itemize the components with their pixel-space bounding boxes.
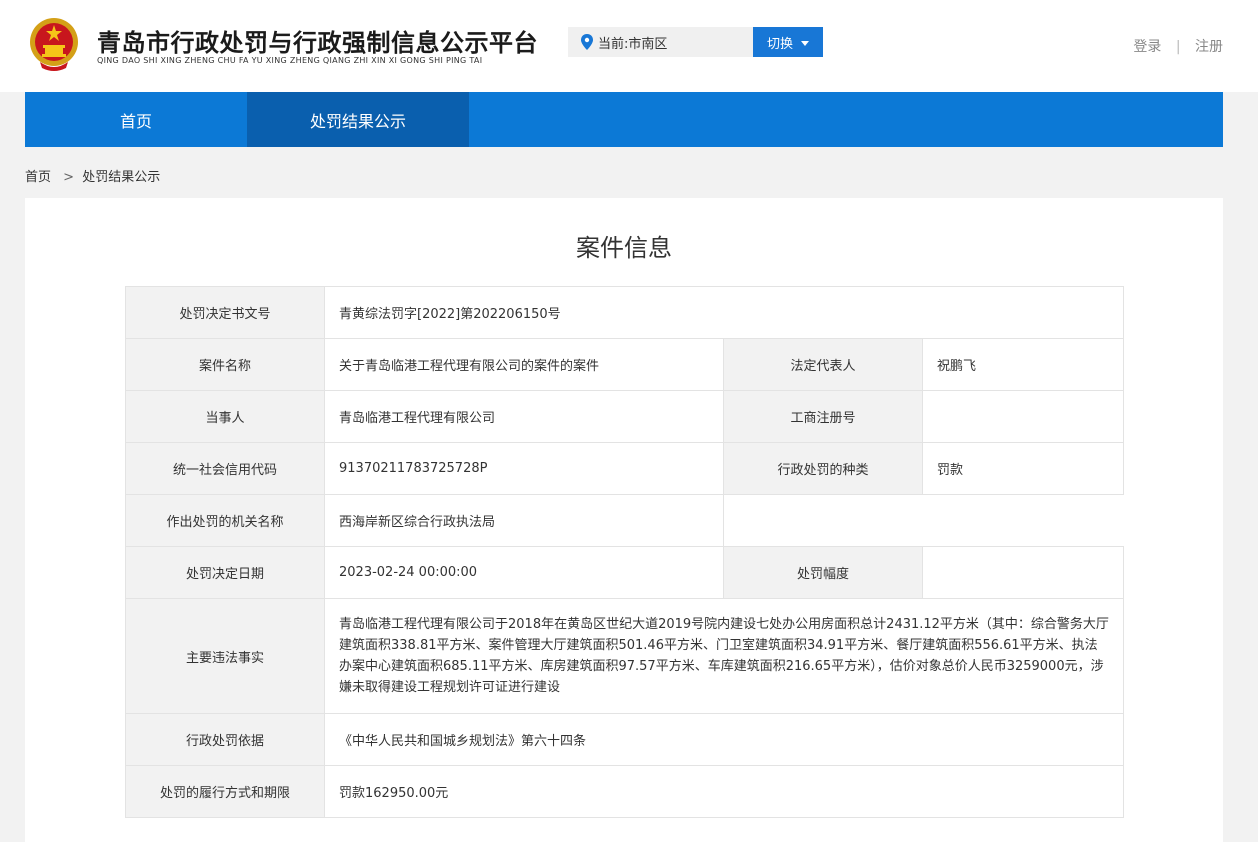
doc-no-label: 处罚决定书文号 xyxy=(125,286,325,339)
table-row: 行政处罚依据 《中华人民共和国城乡规划法》第六十四条 xyxy=(125,713,1125,766)
table-row: 统一社会信用代码 91370211783725728P 行政处罚的种类 罚款 xyxy=(125,442,1125,495)
reg-no-value xyxy=(921,390,1125,443)
auth-links: 登录 | 注册 xyxy=(1133,36,1223,56)
nav-item-home[interactable]: 首页 xyxy=(25,92,247,147)
table-row: 处罚决定日期 2023-02-24 00:00:00 处罚幅度 xyxy=(125,546,1125,599)
doc-no-value: 青黄综法罚字[2022]第202206150号 xyxy=(323,286,1125,339)
register-link[interactable]: 注册 xyxy=(1195,39,1223,55)
party-value: 青岛临港工程代理有限公司 xyxy=(324,390,724,443)
switch-region-button[interactable]: 切换 xyxy=(753,27,823,57)
auth-separator: | xyxy=(1175,39,1181,55)
case-name-label: 案件名称 xyxy=(125,338,325,391)
table-row: 作出处罚的机关名称 西海岸新区综合行政执法局 xyxy=(125,494,1125,547)
legal-rep-label: 法定代表人 xyxy=(723,338,923,391)
penalty-type-value: 罚款 xyxy=(921,442,1125,495)
breadcrumb: 首页 > 处罚结果公示 xyxy=(25,166,160,185)
breadcrumb-current: 处罚结果公示 xyxy=(82,170,161,185)
authority-label: 作出处罚的机关名称 xyxy=(125,494,325,547)
table-row: 当事人 青岛临港工程代理有限公司 工商注册号 xyxy=(125,390,1125,443)
facts-value: 青岛临港工程代理有限公司于2018年在黄岛区世纪大道2019号院内建设七处办公用… xyxy=(323,598,1125,714)
table-row: 处罚的履行方式和期限 罚款162950.00元 xyxy=(125,765,1125,818)
case-panel: 案件信息 处罚决定书文号 青黄综法罚字[2022]第202206150号 案件名… xyxy=(25,198,1223,842)
site-header: 青岛市行政处罚与行政强制信息公示平台 QING DAO SHI XING ZHE… xyxy=(0,0,1258,92)
decision-date-value: 2023-02-24 00:00:00 xyxy=(324,546,724,599)
location-pin-icon xyxy=(581,34,593,50)
caret-down-icon xyxy=(801,40,809,46)
current-region: 当前:市南区 xyxy=(568,27,753,57)
range-label: 处罚幅度 xyxy=(723,546,923,599)
current-region-text: 当前:市南区 xyxy=(598,36,668,52)
main-nav: 首页 处罚结果公示 xyxy=(25,92,1223,147)
site-title-pinyin: QING DAO SHI XING ZHENG CHU FA YU XING Z… xyxy=(97,56,483,65)
case-info-table: 处罚决定书文号 青黄综法罚字[2022]第202206150号 案件名称 关于青… xyxy=(125,286,1125,818)
site-title: 青岛市行政处罚与行政强制信息公示平台 xyxy=(97,29,538,57)
table-row: 主要违法事实 青岛临港工程代理有限公司于2018年在黄岛区世纪大道2019号院内… xyxy=(125,598,1125,714)
reg-no-label: 工商注册号 xyxy=(723,390,923,443)
execution-label: 处罚的履行方式和期限 xyxy=(125,765,325,818)
credit-code-label: 统一社会信用代码 xyxy=(125,442,325,495)
decision-date-label: 处罚决定日期 xyxy=(125,546,325,599)
penalty-type-label: 行政处罚的种类 xyxy=(723,442,923,495)
page-title: 案件信息 xyxy=(576,234,672,262)
nav-item-penalty-results[interactable]: 处罚结果公示 xyxy=(247,92,469,147)
table-row: 案件名称 关于青岛临港工程代理有限公司的案件的案件 法定代表人 祝鹏飞 xyxy=(125,338,1125,391)
basis-label: 行政处罚依据 xyxy=(125,713,325,766)
switch-region-label: 切换 xyxy=(766,36,793,52)
authority-value: 西海岸新区综合行政执法局 xyxy=(324,494,724,547)
range-value xyxy=(921,546,1125,599)
basis-value: 《中华人民共和国城乡规划法》第六十四条 xyxy=(323,713,1125,766)
breadcrumb-arrow: > xyxy=(63,170,75,185)
party-label: 当事人 xyxy=(125,390,325,443)
login-link[interactable]: 登录 xyxy=(1133,39,1161,55)
execution-value: 罚款162950.00元 xyxy=(323,765,1125,818)
facts-label: 主要违法事实 xyxy=(125,598,325,714)
empty-cell xyxy=(722,494,1125,547)
table-row: 处罚决定书文号 青黄综法罚字[2022]第202206150号 xyxy=(125,286,1125,339)
national-emblem-icon xyxy=(30,18,78,71)
legal-rep-value: 祝鹏飞 xyxy=(921,338,1125,391)
case-name-value: 关于青岛临港工程代理有限公司的案件的案件 xyxy=(324,338,724,391)
credit-code-value: 91370211783725728P xyxy=(324,442,724,495)
breadcrumb-home[interactable]: 首页 xyxy=(25,170,51,185)
